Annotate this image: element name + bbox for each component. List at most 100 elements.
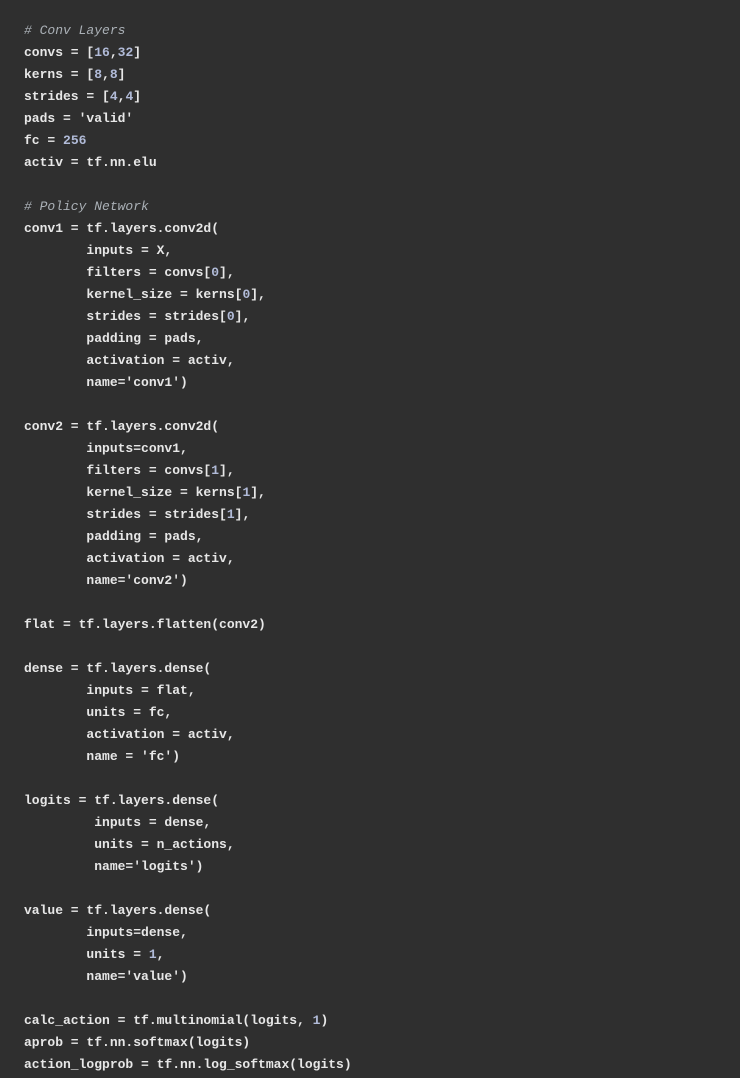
code-line: conv1 = tf.layers.conv2d( — [24, 221, 219, 236]
code-token: logits = tf.layers.dense( — [24, 793, 219, 808]
code-token: inputs = flat, — [24, 683, 196, 698]
code-token: inputs=conv1, — [24, 441, 188, 456]
code-token: pads = — [24, 111, 79, 126]
code-token: activation = activ, — [24, 727, 235, 742]
code-line: kernel_size = kerns[1], — [24, 485, 266, 500]
code-token: ], — [235, 309, 251, 324]
code-line: activation = activ, — [24, 353, 235, 368]
comment-token: # Conv Layers — [24, 23, 125, 38]
code-line: # Conv Layers — [24, 23, 125, 38]
code-token: strides = [ — [24, 89, 110, 104]
code-token: activation = activ, — [24, 551, 235, 566]
code-token: ) — [196, 859, 204, 874]
code-line: name='conv2') — [24, 573, 188, 588]
number-token: 32 — [118, 45, 134, 60]
code-token: ) — [180, 375, 188, 390]
number-token: 4 — [110, 89, 118, 104]
code-token: name= — [24, 573, 125, 588]
code-line: activation = activ, — [24, 551, 235, 566]
code-token: filters = convs[ — [24, 265, 211, 280]
code-line: inputs = X, — [24, 243, 172, 258]
code-token: padding = pads, — [24, 331, 203, 346]
code-token: ) — [320, 1013, 328, 1028]
code-line: kernel_size = kerns[0], — [24, 287, 266, 302]
code-line: logits = tf.layers.dense( — [24, 793, 219, 808]
code-token: ] — [118, 67, 126, 82]
code-line: value = tf.layers.dense( — [24, 903, 211, 918]
code-line: # Policy Network — [24, 199, 149, 214]
code-token: filters = convs[ — [24, 463, 211, 478]
code-token: name= — [24, 969, 125, 984]
code-token: name = — [24, 749, 141, 764]
code-token: inputs = X, — [24, 243, 172, 258]
code-line: inputs=conv1, — [24, 441, 188, 456]
code-token: , — [110, 45, 118, 60]
code-token: inputs = dense, — [24, 815, 211, 830]
code-token: units = fc, — [24, 705, 172, 720]
code-line: inputs=dense, — [24, 925, 188, 940]
code-token: ], — [250, 287, 266, 302]
code-line: units = fc, — [24, 705, 172, 720]
string-token: 'valid' — [79, 111, 134, 126]
code-token: ], — [219, 265, 235, 280]
code-line: padding = pads, — [24, 331, 203, 346]
code-line: activation = activ, — [24, 727, 235, 742]
code-line: flat = tf.layers.flatten(conv2) — [24, 617, 266, 632]
number-token: 256 — [63, 133, 86, 148]
code-line: name='logits') — [24, 859, 203, 874]
code-token: kernel_size = kerns[ — [24, 485, 242, 500]
code-token: fc = — [24, 133, 63, 148]
string-token: 'fc' — [141, 749, 172, 764]
code-token: ) — [172, 749, 180, 764]
string-token: 'logits' — [133, 859, 195, 874]
code-line: units = n_actions, — [24, 837, 235, 852]
code-token: flat = tf.layers.flatten(conv2) — [24, 617, 266, 632]
code-line: kerns = [8,8] — [24, 67, 125, 82]
code-token: ] — [133, 89, 141, 104]
code-line: calc_action = tf.multinomial(logits, 1) — [24, 1013, 328, 1028]
code-token: ) — [180, 969, 188, 984]
number-token: 1 — [211, 463, 219, 478]
number-token: 0 — [211, 265, 219, 280]
code-line: inputs = dense, — [24, 815, 211, 830]
code-line: strides = strides[1], — [24, 507, 250, 522]
code-token: strides = strides[ — [24, 507, 227, 522]
code-line: filters = convs[1], — [24, 463, 235, 478]
code-line: action_logprob = tf.nn.log_softmax(logit… — [24, 1057, 352, 1072]
code-token: , — [157, 947, 165, 962]
code-token: units = n_actions, — [24, 837, 235, 852]
code-token: conv1 = tf.layers.conv2d( — [24, 221, 219, 236]
number-token: 1 — [227, 507, 235, 522]
code-line: units = 1, — [24, 947, 164, 962]
code-line: padding = pads, — [24, 529, 203, 544]
code-token: activ = tf.nn.elu — [24, 155, 157, 170]
code-line: strides = [4,4] — [24, 89, 141, 104]
code-token: , — [102, 67, 110, 82]
code-line: inputs = flat, — [24, 683, 196, 698]
code-token: calc_action = tf.multinomial(logits, — [24, 1013, 313, 1028]
string-token: 'conv1' — [125, 375, 180, 390]
code-token: ) — [180, 573, 188, 588]
code-token: convs = [ — [24, 45, 94, 60]
code-line: fc = 256 — [24, 133, 86, 148]
code-token: ], — [235, 507, 251, 522]
code-line: conv2 = tf.layers.conv2d( — [24, 419, 219, 434]
code-line: name = 'fc') — [24, 749, 180, 764]
code-token: activation = activ, — [24, 353, 235, 368]
code-line: convs = [16,32] — [24, 45, 141, 60]
code-line: dense = tf.layers.dense( — [24, 661, 211, 676]
number-token: 0 — [227, 309, 235, 324]
code-token: value = tf.layers.dense( — [24, 903, 211, 918]
code-token: name= — [24, 375, 125, 390]
code-token: inputs=dense, — [24, 925, 188, 940]
code-token: ], — [219, 463, 235, 478]
code-token: aprob = tf.nn.softmax(logits) — [24, 1035, 250, 1050]
code-token: name= — [24, 859, 133, 874]
code-token: dense = tf.layers.dense( — [24, 661, 211, 676]
comment-token: # Policy Network — [24, 199, 149, 214]
string-token: 'conv2' — [125, 573, 180, 588]
number-token: 8 — [94, 67, 102, 82]
number-token: 1 — [149, 947, 157, 962]
code-token: padding = pads, — [24, 529, 203, 544]
code-block: # Conv Layers convs = [16,32] kerns = [8… — [0, 0, 740, 1078]
